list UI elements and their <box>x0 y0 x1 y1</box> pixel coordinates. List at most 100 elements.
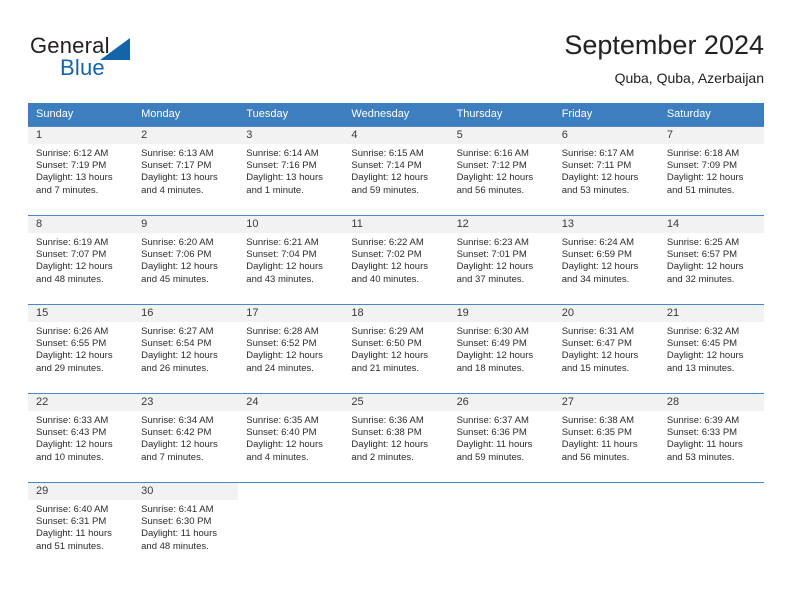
day-cell-24[interactable]: 24 Sunrise: 6:35 AM Sunset: 6:40 PM Dayligh… <box>238 394 344 482</box>
day-cell-25[interactable]: 25 Sunrise: 6:36 AM Sunset: 6:38 PM Dayligh… <box>343 394 449 482</box>
calendar-week-row: 22 Sunrise: 6:33 AM Sunset: 6:43 PM Dayligh… <box>28 393 764 483</box>
weekday-header-saturday: Saturday <box>658 103 764 127</box>
daylight-text-line1: Daylight: 12 hours <box>561 261 639 273</box>
daylight-text-line1: Daylight: 12 hours <box>36 261 113 273</box>
day-cell-17[interactable]: 17 Sunrise: 6:28 AM Sunset: 6:52 PM Dayligh… <box>238 305 344 393</box>
day-cell-9[interactable]: 9 Sunrise: 6:20 AM Sunset: 7:06 PM Daylight… <box>133 216 239 304</box>
calendar-day-cell: 25 Sunrise: 6:36 AM Sunset: 6:38 PM Dayligh… <box>343 393 449 483</box>
day-cell-19[interactable]: 19 Sunrise: 6:30 AM Sunset: 6:49 PM Dayligh… <box>448 305 554 393</box>
sunset-text: Sunset: 7:06 PM <box>141 249 212 261</box>
day-number: 11 <box>343 216 449 233</box>
day-cell-4[interactable]: 4 Sunrise: 6:15 AM Sunset: 7:14 PM Daylight… <box>343 127 449 215</box>
daylight-text-line1: Daylight: 12 hours <box>561 350 639 362</box>
day-cell-18[interactable]: 18 Sunrise: 6:29 AM Sunset: 6:50 PM Dayligh… <box>343 305 449 393</box>
sunrise-text: Sunrise: 6:18 AM <box>666 148 740 159</box>
daylight-text-line2: and 56 minutes. <box>456 184 525 196</box>
day-cell-22[interactable]: 22 Sunrise: 6:33 AM Sunset: 6:43 PM Dayligh… <box>28 394 134 482</box>
day-cell-10[interactable]: 10 Sunrise: 6:21 AM Sunset: 7:04 PM Dayligh… <box>238 216 344 304</box>
sunset-text: Sunset: 6:57 PM <box>666 249 738 261</box>
sunset-text: Sunset: 7:09 PM <box>666 160 738 172</box>
sunset-text: Sunset: 6:45 PM <box>666 338 738 350</box>
sunrise-text: Sunrise: 6:39 AM <box>666 415 740 426</box>
day-cell-15[interactable]: 15 Sunrise: 6:26 AM Sunset: 6:55 PM Dayligh… <box>28 305 134 393</box>
daylight-text-line2: and 18 minutes. <box>456 362 525 374</box>
calendar-day-cell: 26 Sunrise: 6:37 AM Sunset: 6:36 PM Dayligh… <box>448 393 554 483</box>
daylight-text-line2: and 7 minutes. <box>141 451 204 463</box>
day-number: 12 <box>448 216 554 233</box>
day-cell-14[interactable]: 14 Sunrise: 6:25 AM Sunset: 6:57 PM Dayligh… <box>658 216 764 304</box>
daylight-text-line2: and 1 minute. <box>246 184 304 196</box>
calendar-day-cell: 11 Sunrise: 6:22 AM Sunset: 7:02 PM Dayligh… <box>343 215 449 305</box>
day-number: 15 <box>28 305 134 322</box>
day-cell-20[interactable]: 20 Sunrise: 6:31 AM Sunset: 6:47 PM Dayligh… <box>553 305 659 393</box>
day-details: Sunrise: 6:17 AM Sunset: 7:11 PM Daylight:… <box>554 144 659 197</box>
sunset-text: Sunset: 7:02 PM <box>351 249 422 261</box>
daylight-text-line2: and 21 minutes. <box>351 362 420 374</box>
day-cell-1[interactable]: 1 Sunrise: 6:12 AM Sunset: 7:19 PM Daylight… <box>28 127 134 215</box>
day-cell-7[interactable]: 7 Sunrise: 6:18 AM Sunset: 7:09 PM Daylight… <box>658 127 764 215</box>
calendar-day-cell: 16 Sunrise: 6:27 AM Sunset: 6:54 PM Dayligh… <box>133 304 239 394</box>
day-cell-2[interactable]: 2 Sunrise: 6:13 AM Sunset: 7:17 PM Daylight… <box>133 127 239 215</box>
weekday-header-monday: Monday <box>133 103 239 127</box>
daylight-text-line1: Daylight: 12 hours <box>36 439 113 451</box>
calendar-day-cell: 17 Sunrise: 6:28 AM Sunset: 6:52 PM Dayligh… <box>238 304 344 394</box>
day-number: 14 <box>658 216 764 233</box>
daylight-text-line2: and 45 minutes. <box>141 273 209 285</box>
day-number: 4 <box>343 127 449 144</box>
day-cell-13[interactable]: 13 Sunrise: 6:24 AM Sunset: 6:59 PM Dayligh… <box>553 216 659 304</box>
daylight-text-line1: Daylight: 12 hours <box>351 350 428 362</box>
day-cell-11[interactable]: 11 Sunrise: 6:22 AM Sunset: 7:02 PM Dayligh… <box>343 216 449 304</box>
day-number: 8 <box>28 216 134 233</box>
calendar-day-cell <box>238 482 344 571</box>
daylight-text-line1: Daylight: 12 hours <box>456 172 534 184</box>
daylight-text-line2: and 4 minutes. <box>141 184 204 196</box>
daylight-text-line1: Daylight: 13 hours <box>246 172 323 184</box>
day-number: 19 <box>448 305 554 322</box>
weekday-header-thursday: Thursday <box>448 103 554 127</box>
day-cell-empty <box>659 483 764 571</box>
day-cell-27[interactable]: 27 Sunrise: 6:38 AM Sunset: 6:35 PM Dayligh… <box>553 394 659 482</box>
day-cell-6[interactable]: 6 Sunrise: 6:17 AM Sunset: 7:11 PM Daylight… <box>553 127 659 215</box>
day-number: 17 <box>238 305 344 322</box>
daylight-text-line2: and 56 minutes. <box>561 451 630 463</box>
day-cell-5[interactable]: 5 Sunrise: 6:16 AM Sunset: 7:12 PM Daylight… <box>448 127 554 215</box>
day-cell-8[interactable]: 8 Sunrise: 6:19 AM Sunset: 7:07 PM Daylight… <box>28 216 134 304</box>
page-header: General Blue September 2024 Quba, Quba, … <box>28 28 764 96</box>
day-cell-30[interactable]: 30 Sunrise: 6:41 AM Sunset: 6:30 PM Dayligh… <box>133 483 239 571</box>
day-details: Sunrise: 6:39 AM Sunset: 6:33 PM Daylight:… <box>659 411 764 464</box>
day-cell-23[interactable]: 23 Sunrise: 6:34 AM Sunset: 6:42 PM Dayligh… <box>133 394 239 482</box>
day-cell-16[interactable]: 16 Sunrise: 6:27 AM Sunset: 6:54 PM Dayligh… <box>133 305 239 393</box>
calendar-header-row: Sunday Monday Tuesday Wednesday Thursday Frid… <box>28 103 764 127</box>
title-block: September 2024 Quba, Quba, Azerbaijan <box>564 28 764 88</box>
day-number: 21 <box>658 305 764 322</box>
sunset-text: Sunset: 6:30 PM <box>141 516 212 528</box>
brand-logo[interactable]: General Blue <box>30 33 230 93</box>
day-cell-29[interactable]: 29 Sunrise: 6:40 AM Sunset: 6:31 PM Dayligh… <box>28 483 134 571</box>
calendar-day-cell: 9 Sunrise: 6:20 AM Sunset: 7:06 PM Daylight… <box>133 215 239 305</box>
day-details: Sunrise: 6:41 AM Sunset: 6:30 PM Daylight:… <box>133 500 238 553</box>
day-cell-3[interactable]: 3 Sunrise: 6:14 AM Sunset: 7:16 PM Daylight… <box>238 127 344 215</box>
sunset-text: Sunset: 7:14 PM <box>351 160 422 172</box>
weekday-header-sunday: Sunday <box>28 103 134 127</box>
daylight-text-line1: Daylight: 12 hours <box>246 439 323 451</box>
sunset-text: Sunset: 6:52 PM <box>246 338 317 350</box>
sunrise-text: Sunrise: 6:31 AM <box>561 326 635 337</box>
calendar-day-cell: 29 Sunrise: 6:40 AM Sunset: 6:31 PM Dayligh… <box>28 482 134 571</box>
sunset-text: Sunset: 6:49 PM <box>456 338 527 350</box>
sunrise-text: Sunrise: 6:37 AM <box>456 415 529 426</box>
daylight-text-line2: and 48 minutes. <box>36 273 104 285</box>
day-cell-26[interactable]: 26 Sunrise: 6:37 AM Sunset: 6:36 PM Dayligh… <box>448 394 554 482</box>
day-number: 22 <box>28 394 134 411</box>
weekday-header-wednesday: Wednesday <box>343 103 449 127</box>
sunset-text: Sunset: 7:12 PM <box>456 160 527 172</box>
day-cell-21[interactable]: 21 Sunrise: 6:32 AM Sunset: 6:45 PM Dayligh… <box>658 305 764 393</box>
day-cell-12[interactable]: 12 Sunrise: 6:23 AM Sunset: 7:01 PM Dayligh… <box>448 216 554 304</box>
calendar-day-cell: 22 Sunrise: 6:33 AM Sunset: 6:43 PM Dayligh… <box>28 393 134 483</box>
sunrise-text: Sunrise: 6:21 AM <box>246 237 319 248</box>
day-number: 26 <box>448 394 554 411</box>
daylight-text-line1: Daylight: 12 hours <box>666 172 744 184</box>
calendar-day-cell: 23 Sunrise: 6:34 AM Sunset: 6:42 PM Dayligh… <box>133 393 239 483</box>
day-cell-28[interactable]: 28 Sunrise: 6:39 AM Sunset: 6:33 PM Dayligh… <box>658 394 764 482</box>
day-number: 1 <box>28 127 134 144</box>
daylight-text-line2: and 24 minutes. <box>246 362 314 374</box>
